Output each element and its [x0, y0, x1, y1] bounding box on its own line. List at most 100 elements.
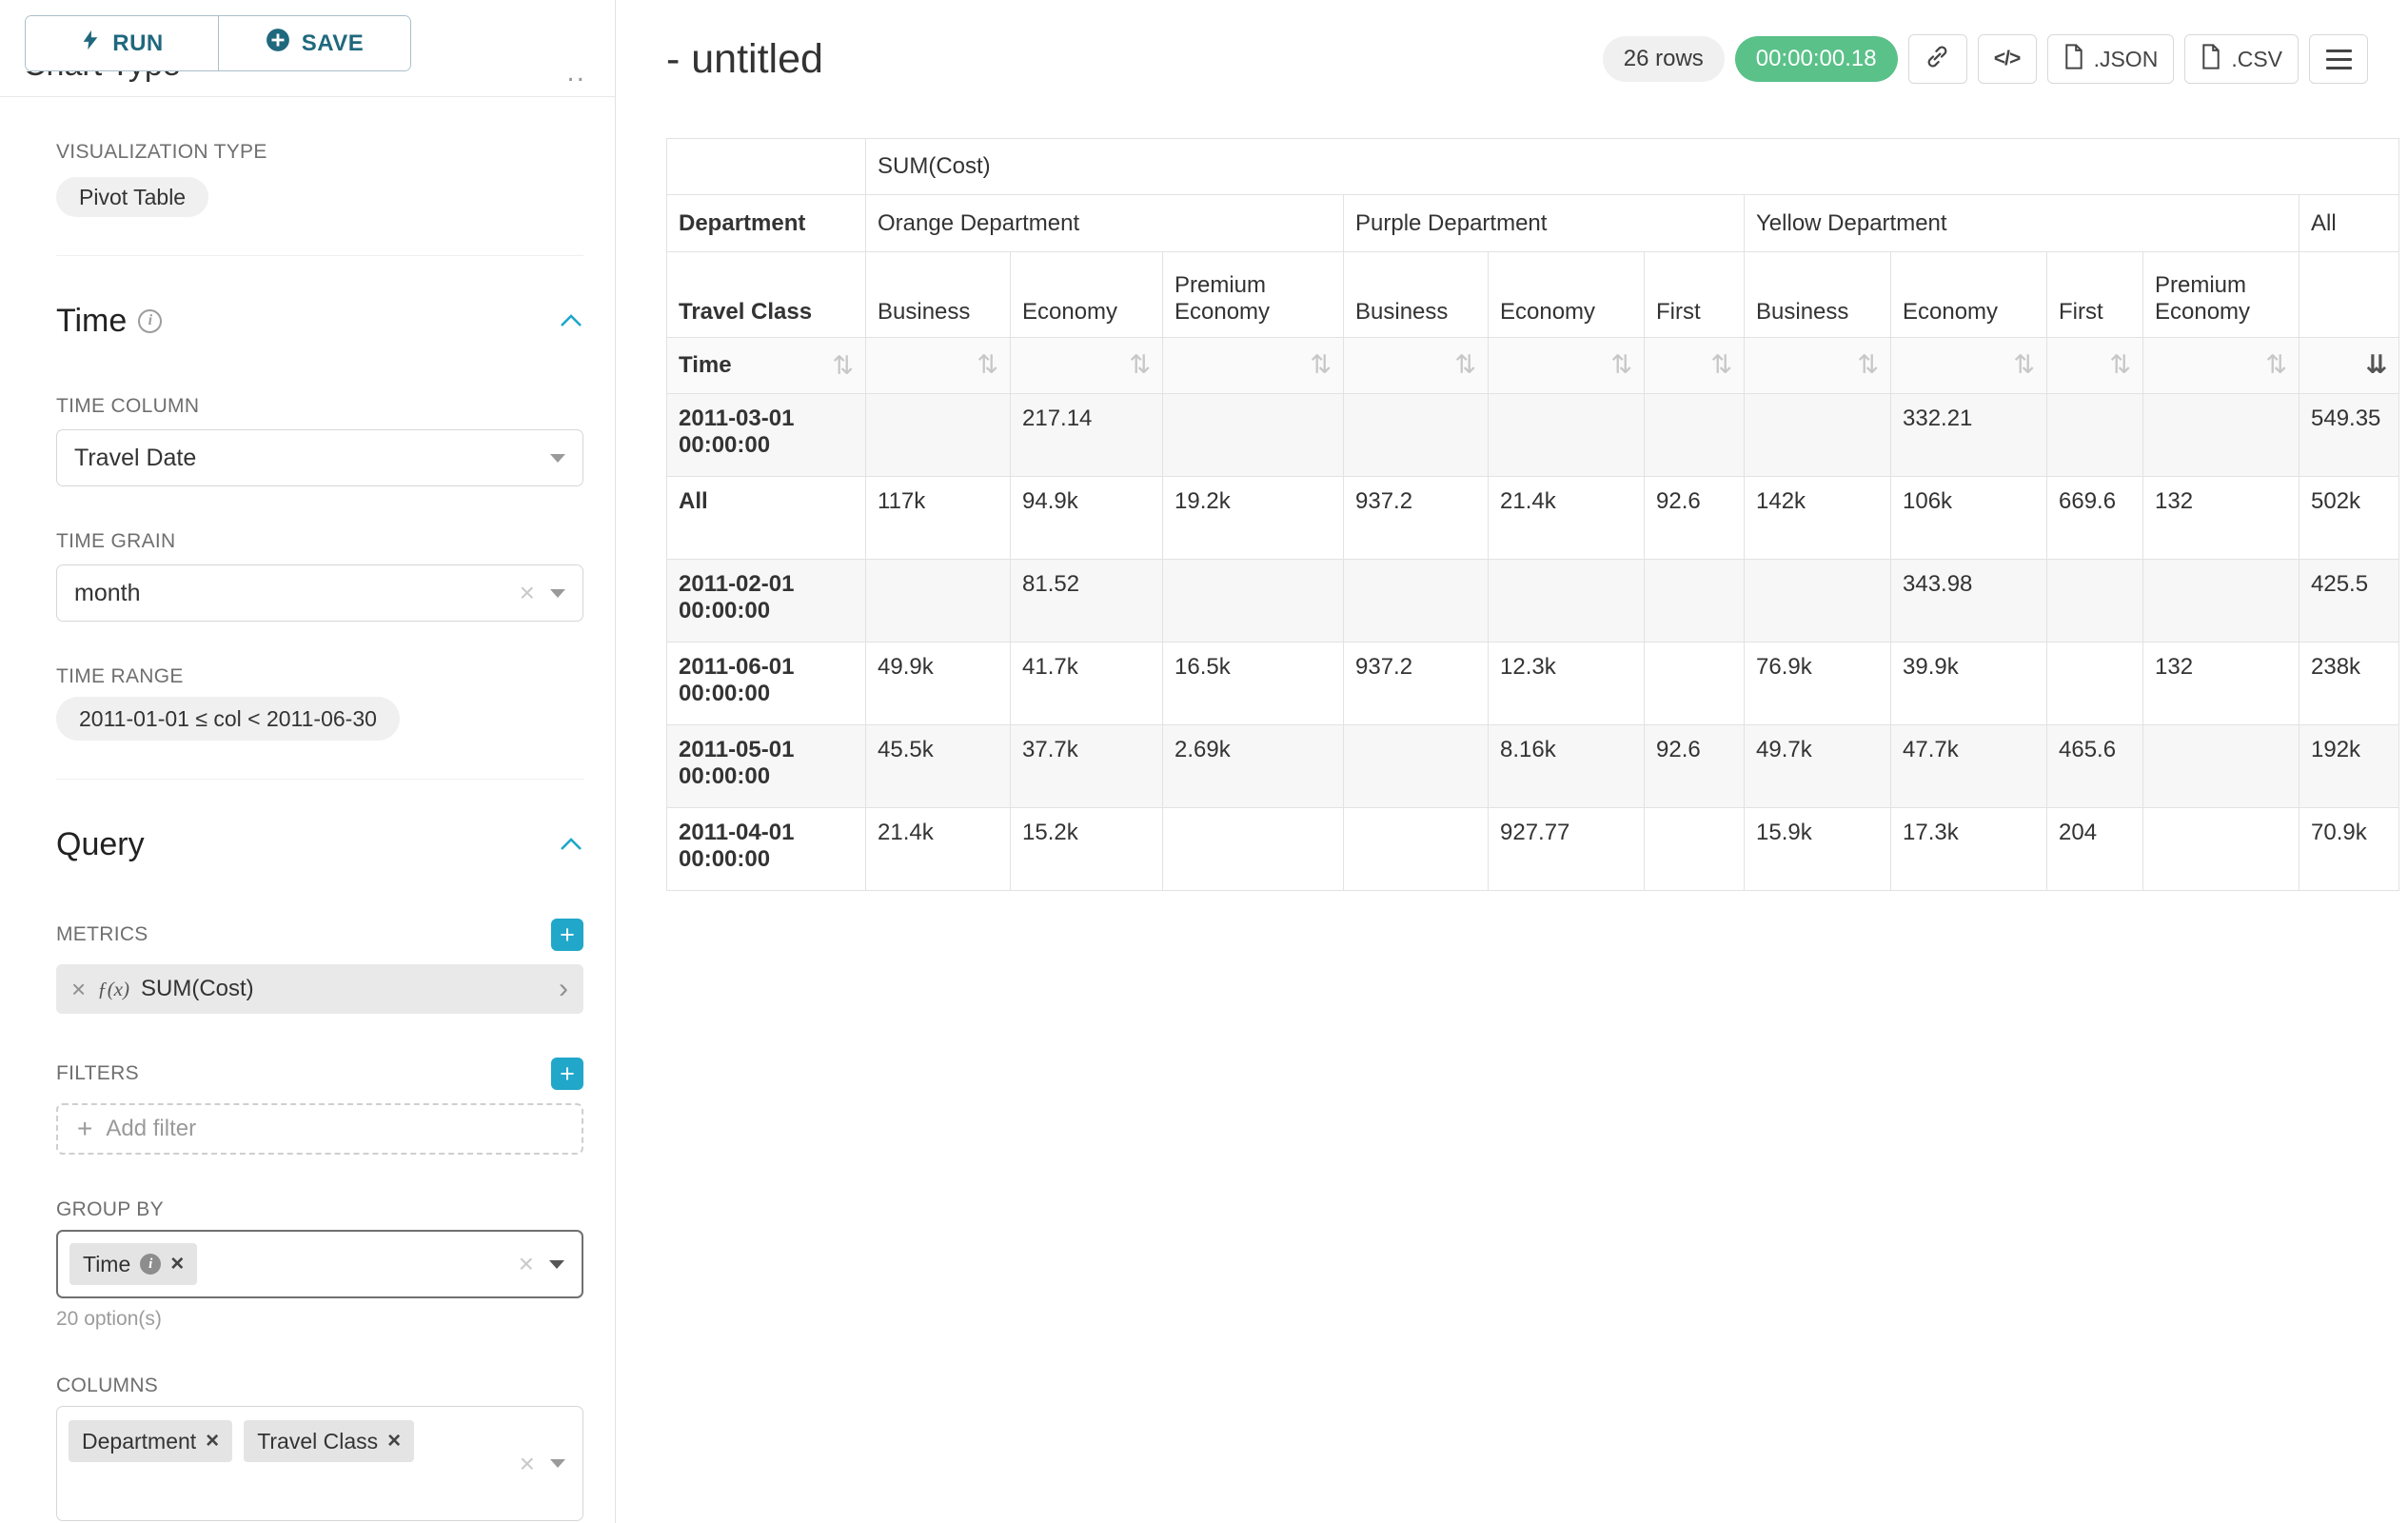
export-json-button[interactable]: .JSON [2047, 34, 2175, 84]
sort-icon[interactable]: ⇅ [2013, 350, 2035, 380]
sort-icon[interactable]: ⇅ [2109, 350, 2131, 380]
pivot-cell: 21.4k [866, 808, 1011, 891]
sort-cell: ⇅ [1163, 338, 1344, 394]
chevron-down-icon[interactable] [550, 589, 565, 598]
row-count-badge: 26 rows [1603, 36, 1725, 82]
pivot-cell [2047, 560, 2143, 643]
pivot-cell: 49.7k [1745, 725, 1891, 808]
function-icon: ƒ(x) [97, 978, 129, 1001]
pivot-cell: 217.14 [1011, 394, 1163, 477]
sort-cell: ⇅ [2143, 338, 2299, 394]
add-filter-button[interactable]: + [551, 1058, 583, 1090]
department-header: All [2299, 195, 2399, 252]
add-filter-dropzone[interactable]: + Add filter [56, 1103, 583, 1155]
group-by-chip-time[interactable]: Time i × [69, 1243, 197, 1285]
chart-header-actions: 26 rows 00:00:00.18 </> [1603, 34, 2368, 84]
export-csv-button[interactable]: .CSV [2184, 34, 2299, 84]
clear-icon[interactable]: × [520, 580, 535, 606]
copy-link-button[interactable] [1908, 34, 1967, 84]
chevron-right-icon[interactable]: › [559, 975, 568, 1003]
query-section: Query METRICS + × ƒ(x) SUM(Cost) › [56, 779, 583, 1523]
sort-icon[interactable]: ⇅ [1610, 350, 1632, 380]
time-grain-select[interactable]: month × [56, 564, 583, 622]
metric-name: SUM(Cost) [141, 976, 254, 1002]
sort-icon[interactable]: ⇅ [1857, 350, 1879, 380]
table-row: 2011-03-01 00:00:00 217.14 332.21 549.35 [667, 394, 2399, 477]
remove-chip-icon[interactable]: × [206, 1428, 219, 1454]
department-corner: Department [667, 195, 866, 252]
chart-title[interactable]: - untitled [666, 36, 823, 83]
filters-label: FILTERS [56, 1062, 139, 1085]
pivot-cell [1745, 560, 1891, 643]
metric-chip[interactable]: × ƒ(x) SUM(Cost) › [56, 964, 583, 1014]
chevron-up-icon[interactable] [559, 313, 583, 328]
sort-cell: ⇊ [2299, 338, 2399, 394]
table-row: 2011-05-01 00:00:00 45.5k 37.7k 2.69k 8.… [667, 725, 2399, 808]
chevron-down-icon[interactable] [550, 1459, 565, 1468]
travel-class-header [2299, 252, 2399, 338]
metric-header-row: SUM(Cost) [667, 139, 2399, 195]
sort-cell: ⇅ [1745, 338, 1891, 394]
department-header: Purple Department [1344, 195, 1745, 252]
clear-icon[interactable]: × [519, 1251, 534, 1277]
time-range-value[interactable]: 2011-01-01 ≤ col < 2011-06-30 [56, 697, 400, 741]
remove-chip-icon[interactable]: × [170, 1251, 184, 1277]
remove-metric-icon[interactable]: × [71, 975, 86, 1004]
view-query-button[interactable]: </> [1978, 34, 2037, 84]
pivot-cell [2047, 643, 2143, 725]
sort-cell: ⇅ [866, 338, 1011, 394]
add-metric-button[interactable]: + [551, 919, 583, 951]
pivot-cell: 81.52 [1011, 560, 1163, 643]
columns-chip-department[interactable]: Department × [69, 1420, 232, 1462]
clear-icon[interactable]: × [520, 1451, 535, 1477]
lightning-icon [80, 27, 101, 60]
columns-chip-travel-class[interactable]: Travel Class × [244, 1420, 414, 1462]
chevron-down-icon[interactable] [550, 454, 565, 463]
time-grain-value: month [74, 580, 140, 607]
sort-row: Time ⇅ ⇅ ⇅ ⇅ ⇅ ⇅ ⇅ ⇅ ⇅ ⇅ ⇅ ⇊ [667, 338, 2399, 394]
pivot-cell [1344, 725, 1489, 808]
visualization-type-value[interactable]: Pivot Table [56, 177, 208, 217]
time-column-select[interactable]: Travel Date [56, 429, 583, 486]
group-by-select[interactable]: Time i × × [56, 1230, 583, 1298]
query-section-header: Query [56, 823, 583, 865]
pivot-cell [2143, 808, 2299, 891]
department-header-row: Department Orange Department Purple Depa… [667, 195, 2399, 252]
run-button[interactable]: RUN [26, 16, 218, 70]
pivot-cell: 92.6 [1645, 477, 1745, 560]
columns-select[interactable]: Department × Travel Class × × [56, 1406, 583, 1521]
sort-icon[interactable]: ⇅ [1454, 350, 1476, 380]
sort-icon[interactable]: ⇅ [1129, 350, 1151, 380]
chevron-down-icon[interactable] [549, 1260, 564, 1269]
sort-icon[interactable]: ⇅ [832, 353, 854, 379]
group-by-label: GROUP BY [56, 1198, 583, 1221]
pivot-cell: 15.2k [1011, 808, 1163, 891]
menu-button[interactable] [2309, 34, 2368, 84]
pivot-cell: 15.9k [1745, 808, 1891, 891]
sort-icon[interactable]: ⇅ [2265, 350, 2287, 380]
pivot-cell: 332.21 [1891, 394, 2047, 477]
run-save-bar: RUN SAVE [0, 0, 615, 71]
remove-chip-icon[interactable]: × [387, 1428, 401, 1454]
metrics-control: METRICS + × ƒ(x) SUM(Cost) › [56, 919, 583, 1014]
travel-class-header: First [2047, 252, 2143, 338]
sort-icon[interactable]: ⇅ [1310, 350, 1332, 380]
visualization-type-label: VISUALIZATION TYPE [56, 141, 583, 164]
sort-icon[interactable]: ⇅ [1710, 350, 1732, 380]
sort-icon[interactable]: ⇅ [977, 350, 998, 380]
travel-class-header: Economy [1489, 252, 1645, 338]
department-header: Orange Department [866, 195, 1344, 252]
travel-class-header-row: Travel Class Business Economy Premium Ec… [667, 252, 2399, 338]
pivot-cell: 937.2 [1344, 643, 1489, 725]
row-label: 2011-06-01 00:00:00 [667, 643, 866, 725]
plus-icon: + [77, 1116, 92, 1142]
save-button[interactable]: SAVE [218, 16, 410, 70]
pivot-cell: 2.69k [1163, 725, 1344, 808]
chevron-up-icon[interactable] [559, 837, 583, 852]
pivot-cell: 21.4k [1489, 477, 1645, 560]
corner-cell [667, 139, 866, 195]
sort-active-icon[interactable]: ⇊ [2366, 350, 2388, 380]
department-header: Yellow Department [1745, 195, 2299, 252]
time-section-title: Time [56, 300, 127, 342]
pivot-cell: 37.7k [1011, 725, 1163, 808]
